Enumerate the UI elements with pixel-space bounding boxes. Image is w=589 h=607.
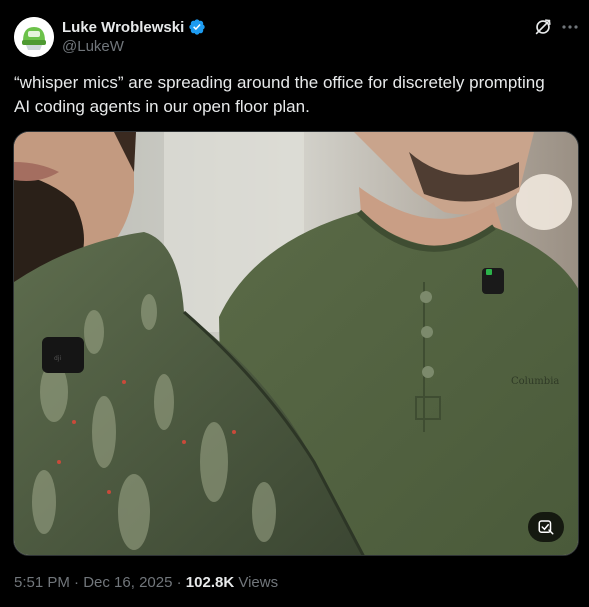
grok-icon[interactable] [532,16,554,38]
meta-separator: · [74,574,80,591]
svg-text:dji: dji [54,355,61,362]
more-options-icon[interactable] [560,16,580,38]
verified-badge-icon [188,18,206,36]
tweet-date[interactable]: Dec 16, 2025 [83,574,172,591]
views-count[interactable]: 102.8K [186,574,234,591]
edit-image-icon [538,520,554,535]
author-display-name[interactable]: Luke Wroblewski [62,19,184,36]
svg-text:Columbia: Columbia [511,376,559,387]
tweet-text: “whisper mics” are spreading around the … [14,73,545,116]
photo-image: Columbia dji [14,132,578,555]
edit-image-button[interactable] [528,512,564,542]
views-label: Views [238,574,279,591]
tweet-card: Luke Wroblewski @LukeW “whisper mics” ar… [0,0,589,607]
author-avatar[interactable] [14,17,54,57]
tweet-meta: 5:51 PM · Dec 16, 2025 · 102.8K Views [14,574,278,591]
tweet-time[interactable]: 5:51 PM [14,574,70,591]
author-name-row[interactable]: Luke Wroblewski [62,17,206,37]
meta-separator-2: · [176,574,182,591]
author-handle[interactable]: @LukeW [62,38,124,55]
avatar-icon [14,17,54,57]
tweet-photo[interactable]: Columbia dji [13,131,579,556]
